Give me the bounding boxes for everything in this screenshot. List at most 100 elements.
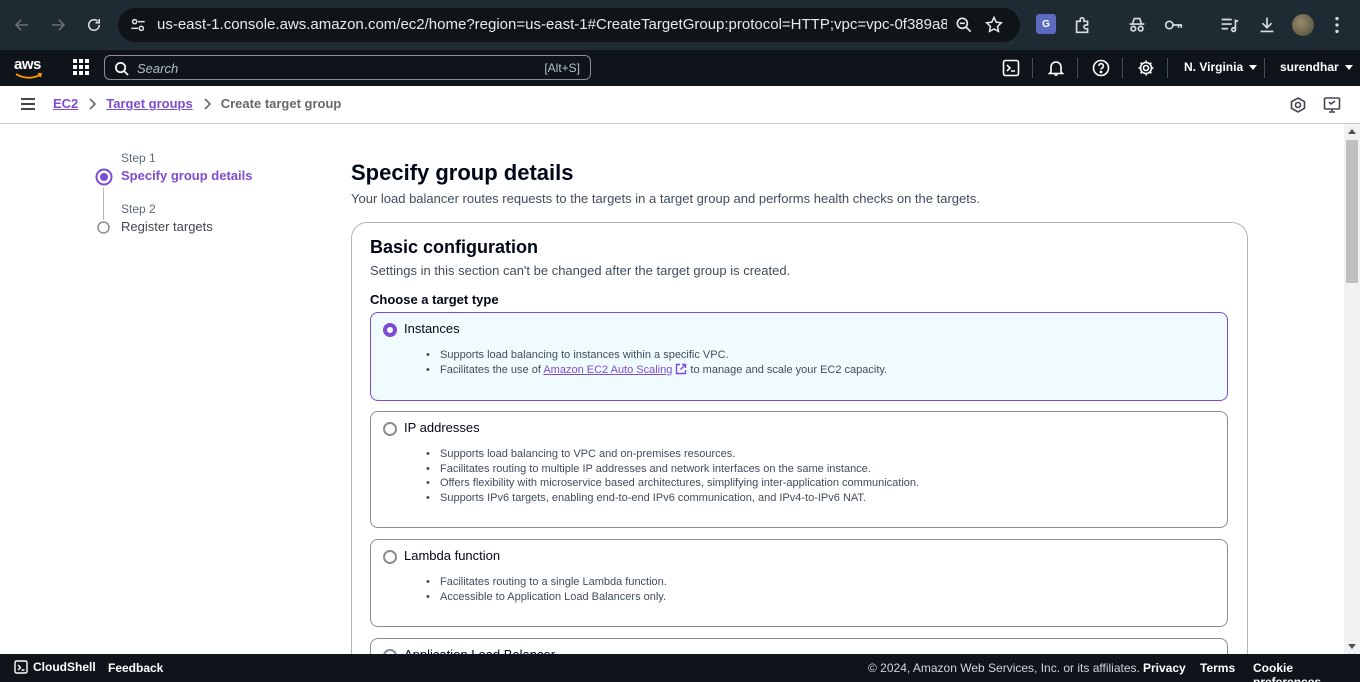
account-menu[interactable]: surendhar xyxy=(1280,60,1353,74)
scrollbar-thumb[interactable] xyxy=(1346,140,1358,283)
copyright-text: © 2024, Amazon Web Services, Inc. or its… xyxy=(868,661,1140,675)
step-1-title[interactable]: Specify group details xyxy=(121,168,252,183)
step-2-pending-icon xyxy=(97,221,110,234)
lambda-radio[interactable] xyxy=(383,550,397,564)
search-icon xyxy=(115,62,129,76)
target-type-ip-addresses-tile[interactable]: IP addresses Supports load balancing to … xyxy=(370,411,1228,528)
user-name: surendhar xyxy=(1280,60,1339,74)
aws-logo-text: aws xyxy=(14,56,41,73)
region-label: N. Virginia xyxy=(1184,60,1244,74)
lambda-bullets: Facilitates routing to a single Lambda f… xyxy=(426,575,667,605)
nav-divider xyxy=(1077,58,1078,78)
step-1-label: Step 1 xyxy=(121,151,156,165)
list-item: Supports load balancing to VPC and on-pr… xyxy=(426,447,919,462)
bullet-text: to manage and scale your EC2 capacity. xyxy=(687,363,888,376)
instances-bullets: Supports load balancing to instances wit… xyxy=(426,348,888,378)
list-item: Facilitates routing to a single Lambda f… xyxy=(426,575,667,590)
target-type-lambda-tile[interactable]: Lambda function Facilitates routing to a… xyxy=(370,539,1228,627)
page-scrollbar[interactable] xyxy=(1344,124,1360,654)
browser-toolbar: us-east-1.console.aws.amazon.com/ec2/hom… xyxy=(0,0,1360,50)
incognito-icon[interactable] xyxy=(1126,14,1148,36)
translate-extension-icon[interactable]: G xyxy=(1036,14,1056,34)
bullet-text: Facilitates the use of xyxy=(440,363,544,376)
nav-divider xyxy=(1032,58,1033,78)
basic-configuration-container: Basic configuration Settings in this sec… xyxy=(351,222,1248,682)
breadcrumb-bar: EC2 Target groups Create target group xyxy=(0,86,1360,124)
address-bar[interactable]: us-east-1.console.aws.amazon.com/ec2/hom… xyxy=(118,8,1020,42)
instances-label: Instances xyxy=(404,321,460,336)
breadcrumb-current: Create target group xyxy=(220,96,342,111)
services-grid-icon[interactable] xyxy=(72,58,90,76)
breadcrumb-target-groups-link[interactable]: Target groups xyxy=(106,96,192,111)
chevron-down-icon xyxy=(1249,64,1258,70)
target-type-instances-tile[interactable]: Instances Supports load balancing to ins… xyxy=(370,312,1228,401)
console-footer: CloudShell Feedback © 2024, Amazon Web S… xyxy=(0,654,1360,682)
step-2-label: Step 2 xyxy=(121,202,156,216)
link-text: Amazon EC2 Auto Scaling xyxy=(543,363,673,376)
cloudshell-icon xyxy=(14,660,28,674)
aws-logo[interactable]: aws xyxy=(14,56,44,80)
cloudshell-button[interactable]: CloudShell xyxy=(14,660,96,674)
password-key-icon[interactable] xyxy=(1162,14,1184,36)
reload-icon[interactable] xyxy=(80,11,108,39)
more-menu-icon[interactable] xyxy=(1326,14,1348,36)
target-type-label: Choose a target type xyxy=(370,292,499,307)
cookie-preferences-link[interactable]: Cookie preferences xyxy=(1253,661,1360,682)
ip-addresses-radio[interactable] xyxy=(383,422,397,436)
notifications-bell-icon[interactable] xyxy=(1047,59,1065,77)
zoom-icon[interactable] xyxy=(954,15,974,35)
breadcrumb-ec2-link[interactable]: EC2 xyxy=(53,96,78,111)
nav-divider xyxy=(1264,58,1265,78)
page-description: Your load balancer routes requests to th… xyxy=(351,191,980,206)
instances-radio[interactable] xyxy=(383,323,397,337)
media-queue-icon[interactable] xyxy=(1218,14,1240,36)
section-title: Basic configuration xyxy=(370,237,539,257)
section-description: Settings in this section can't be change… xyxy=(370,263,791,278)
chevron-right-icon xyxy=(204,97,211,110)
ip-addresses-bullets: Supports load balancing to VPC and on-pr… xyxy=(426,447,919,506)
site-settings-icon[interactable] xyxy=(128,15,148,35)
breadcrumb: EC2 Target groups Create target group xyxy=(53,96,341,111)
search-shortcut: [Alt+S] xyxy=(544,61,580,75)
privacy-link[interactable]: Privacy xyxy=(1143,661,1186,675)
scroll-up-icon[interactable] xyxy=(1348,129,1356,134)
feedback-link[interactable]: Feedback xyxy=(108,661,163,675)
list-item: Accessible to Application Load Balancers… xyxy=(426,590,667,605)
forward-icon[interactable] xyxy=(44,11,72,39)
search-input[interactable]: Search [Alt+S] xyxy=(104,55,591,80)
step-1-current-icon xyxy=(95,168,113,186)
lambda-label: Lambda function xyxy=(404,548,501,563)
list-item: Supports IPv6 targets, enabling end-to-e… xyxy=(426,491,919,506)
nav-divider xyxy=(1122,58,1123,78)
step-2-title: Register targets xyxy=(121,219,213,234)
url-text[interactable]: us-east-1.console.aws.amazon.com/ec2/hom… xyxy=(157,16,947,33)
settings-gear-icon[interactable] xyxy=(1137,59,1155,77)
chevron-right-icon xyxy=(89,97,97,110)
nav-divider xyxy=(1167,58,1168,78)
download-icon[interactable] xyxy=(1256,14,1278,36)
cloudshell-icon[interactable] xyxy=(1002,59,1020,77)
help-panel-icon[interactable] xyxy=(1323,96,1341,114)
step-connector xyxy=(103,188,104,220)
extensions-puzzle-icon[interactable] xyxy=(1072,14,1094,36)
list-item: Facilitates routing to multiple IP addre… xyxy=(426,462,919,477)
ip-addresses-label: IP addresses xyxy=(404,420,480,435)
region-selector[interactable]: N. Virginia xyxy=(1184,60,1258,74)
chevron-down-icon xyxy=(1344,64,1353,70)
scroll-down-icon[interactable] xyxy=(1348,644,1356,649)
hamburger-menu-icon[interactable] xyxy=(20,97,36,111)
ec2-auto-scaling-link[interactable]: Amazon EC2 Auto Scaling xyxy=(543,363,687,376)
cloudshell-label: CloudShell xyxy=(33,660,96,674)
aws-top-navigation: aws Search [Alt+S] N. Virginia surendhar xyxy=(0,50,1360,86)
list-item: Offers flexibility with microservice bas… xyxy=(426,476,919,491)
bookmark-star-icon[interactable] xyxy=(984,15,1004,35)
help-icon[interactable] xyxy=(1092,59,1110,77)
terms-link[interactable]: Terms xyxy=(1200,661,1235,675)
profile-avatar[interactable] xyxy=(1292,14,1314,36)
external-link-icon xyxy=(676,363,687,374)
page-title: Specify group details xyxy=(351,160,574,185)
list-item: Facilitates the use of Amazon EC2 Auto S… xyxy=(426,363,888,378)
back-icon[interactable] xyxy=(8,11,36,39)
panel-toggle-icon[interactable] xyxy=(1289,96,1307,114)
search-placeholder: Search xyxy=(137,61,179,76)
